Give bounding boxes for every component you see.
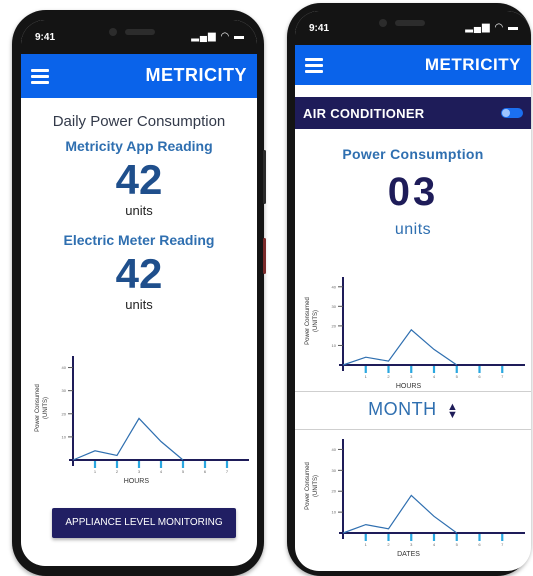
y-axis-label: Power Consumed bbox=[35, 384, 41, 432]
menu-icon[interactable] bbox=[305, 58, 323, 73]
device-name: AIR CONDITIONER bbox=[303, 106, 425, 121]
divider-bottom bbox=[295, 429, 531, 430]
power-value: 03 bbox=[387, 170, 439, 214]
app-bar: METRICITY bbox=[295, 45, 531, 85]
app-reading-label: Metricity App Reading bbox=[65, 138, 213, 154]
appliance-monitoring-button[interactable]: APPLIANCE LEVEL MONITORING bbox=[52, 508, 236, 538]
y-axis-unit: (UNITS) bbox=[313, 310, 319, 332]
y-axis-unit: (UNITS) bbox=[313, 475, 319, 497]
x-tick-label: 7 bbox=[501, 374, 504, 379]
y-tick-label: 40 bbox=[62, 365, 67, 370]
y-tick-label: 40 bbox=[332, 447, 337, 452]
chart-right-dates: Power Consumed (UNITS) 10 20 30 40 1 2 3 4 5 6 7 DATE… bbox=[305, 439, 525, 558]
divider-top bbox=[295, 391, 531, 392]
x-tick-label: 7 bbox=[226, 469, 229, 474]
status-icons: ▂▄▆ ◠ ▬ bbox=[465, 22, 519, 33]
meter-reading-label: Electric Meter Reading bbox=[63, 232, 215, 248]
power-side-button bbox=[263, 150, 266, 204]
x-tick-label: 6 bbox=[478, 374, 481, 379]
sort-arrows-icon[interactable]: ▲ ▼ bbox=[447, 401, 458, 420]
x-tick-label: 7 bbox=[501, 542, 504, 547]
x-tick-label: 3 bbox=[410, 542, 413, 547]
status-bar: 9:41 ▂▄▆ ◠ ▬ bbox=[21, 20, 257, 54]
x-tick-label: 5 bbox=[456, 542, 459, 547]
x-tick-label: 1 bbox=[94, 469, 97, 474]
series-line bbox=[72, 417, 184, 461]
brand-title: METRICITY bbox=[424, 55, 521, 74]
y-tick-label: 40 bbox=[332, 284, 337, 289]
x-tick-label: 3 bbox=[410, 374, 413, 379]
phone-right: 9:41 ▂▄▆ ◠ ▬ METRICITY AIR CONDITIONER P… bbox=[287, 3, 531, 576]
x-tick-label: 4 bbox=[433, 374, 436, 379]
series-line bbox=[342, 494, 458, 534]
wifi-icon: ◠ bbox=[494, 22, 505, 33]
x-tick-label: 4 bbox=[433, 542, 436, 547]
x-tick-label: 6 bbox=[204, 469, 207, 474]
phone-left: 9:41 ▂▄▆ ◠ ▬ METRICITY Daily Power Consu… bbox=[12, 10, 266, 576]
signal-icon: ▂▄▆ bbox=[465, 22, 491, 33]
meter-reading-value: 42 bbox=[115, 250, 163, 297]
earpiece bbox=[395, 20, 425, 26]
x-tick-label: 5 bbox=[456, 374, 459, 379]
status-bar: 9:41 ▂▄▆ ◠ ▬ bbox=[295, 11, 531, 45]
x-tick-label: 6 bbox=[478, 542, 481, 547]
x-axis-label: HOURS bbox=[396, 383, 422, 390]
x-tick-label: 2 bbox=[387, 374, 390, 379]
earpiece bbox=[125, 29, 155, 35]
app-reading-unit: units bbox=[125, 203, 153, 218]
volume-side-button bbox=[263, 238, 266, 274]
power-label: Power Consumption bbox=[342, 146, 484, 162]
x-tick-label: 1 bbox=[365, 542, 368, 547]
app-bar: METRICITY bbox=[21, 54, 257, 98]
y-axis-unit: (UNITS) bbox=[43, 397, 49, 419]
y-tick-label: 10 bbox=[332, 343, 337, 348]
y-axis-label: Power Consumed bbox=[305, 297, 311, 345]
power-unit: units bbox=[394, 221, 432, 238]
y-tick-label: 30 bbox=[62, 388, 67, 393]
y-axis-label: Power Consumed bbox=[305, 462, 311, 510]
brand-title: METRICITY bbox=[145, 65, 247, 85]
app-reading-value: 42 bbox=[115, 156, 163, 203]
chart-right-hours: Power Consumed (UNITS) 10 20 30 40 1 2 3 4 5 6 7 HOUR… bbox=[305, 277, 525, 390]
chart-left-hours: Power Consumed (UNITS) 10 20 30 40 1 2 3 4 5 6 7 HOUR… bbox=[35, 356, 249, 485]
meter-reading-unit: units bbox=[125, 297, 153, 312]
status-icons: ▂▄▆ ◠ ▬ bbox=[191, 31, 245, 42]
y-tick-label: 20 bbox=[62, 411, 67, 416]
period-label: MONTH bbox=[368, 399, 437, 419]
x-axis-label: DATES bbox=[397, 551, 420, 558]
y-tick-label: 20 bbox=[332, 489, 337, 494]
screen-left: 9:41 ▂▄▆ ◠ ▬ METRICITY Daily Power Consu… bbox=[21, 20, 257, 566]
x-tick-label: 5 bbox=[182, 469, 185, 474]
y-tick-label: 30 bbox=[332, 468, 337, 473]
status-time: 9:41 bbox=[309, 23, 330, 34]
front-camera bbox=[379, 19, 387, 27]
page-heading: Daily Power Consumption bbox=[52, 113, 226, 130]
device-bar: AIR CONDITIONER bbox=[295, 97, 531, 129]
x-tick-label: 1 bbox=[365, 374, 368, 379]
menu-icon[interactable] bbox=[31, 69, 49, 84]
y-tick-label: 20 bbox=[332, 323, 337, 328]
x-tick-label: 3 bbox=[138, 469, 141, 474]
front-camera bbox=[109, 28, 117, 36]
screen-right: 9:41 ▂▄▆ ◠ ▬ METRICITY AIR CONDITIONER P… bbox=[295, 11, 531, 571]
x-axis-label: HOURS bbox=[124, 478, 150, 485]
y-tick-label: 30 bbox=[332, 304, 337, 309]
battery-icon: ▬ bbox=[234, 31, 245, 42]
period-selector[interactable]: MONTH ▲ ▼ bbox=[295, 399, 531, 425]
device-toggle[interactable] bbox=[501, 108, 523, 118]
wifi-icon: ◠ bbox=[220, 31, 231, 42]
status-time: 9:41 bbox=[35, 32, 56, 43]
x-tick-label: 2 bbox=[387, 542, 390, 547]
x-tick-label: 2 bbox=[116, 469, 119, 474]
battery-icon: ▬ bbox=[508, 22, 519, 33]
series-line bbox=[342, 328, 458, 366]
signal-icon: ▂▄▆ bbox=[191, 31, 217, 42]
y-tick-label: 10 bbox=[62, 434, 67, 439]
x-tick-label: 4 bbox=[160, 469, 163, 474]
y-tick-label: 10 bbox=[332, 510, 337, 515]
